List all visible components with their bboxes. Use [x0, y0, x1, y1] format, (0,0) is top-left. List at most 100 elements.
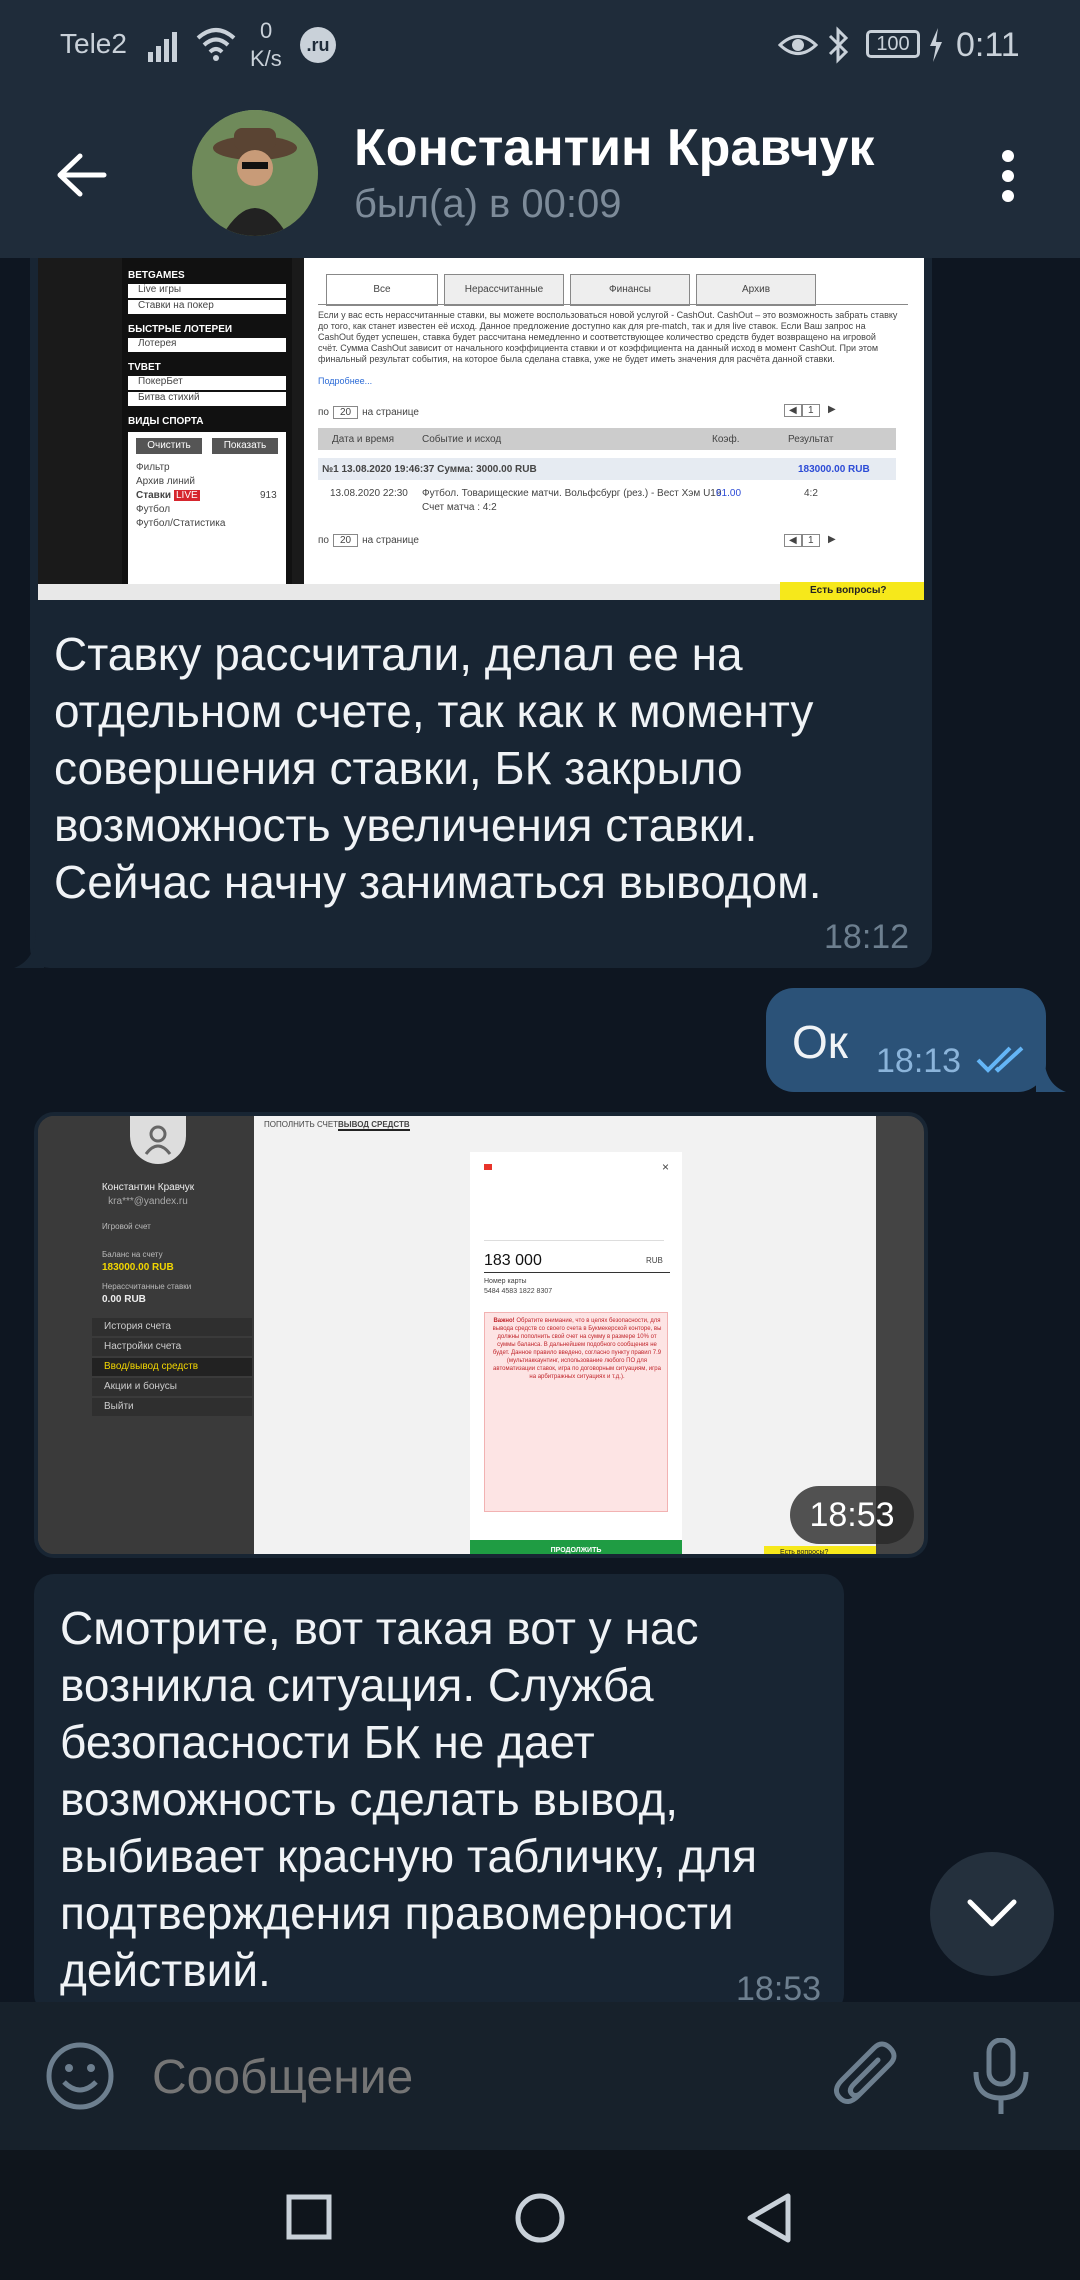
amount-value: 183 000 — [484, 1252, 542, 1269]
carrier-label: Tele2 — [60, 28, 127, 59]
home-icon[interactable] — [514, 2192, 566, 2244]
close-icon: × — [662, 1160, 670, 1174]
bet-row: 13.08.2020 22:30 Футбол. Товарищеские ма… — [318, 482, 896, 522]
card-number: 5484 4583 1822 8307 — [484, 1288, 553, 1295]
attached-screenshot[interactable]: BETGAMES Live игры Ставки на покер БЫСТР… — [38, 258, 924, 600]
sport-item: Футбол — [136, 504, 171, 515]
speed-unit: K/s — [250, 46, 282, 71]
bet-score: Счет матча : 4:2 — [422, 502, 497, 513]
sports-panel: Очистить Показать Фильтр Архив линий Ста… — [128, 432, 286, 600]
message-input[interactable] — [150, 2038, 794, 2116]
prev-page-icon: ◀ — [784, 404, 802, 417]
balance-value: 183000.00 RUB — [102, 1262, 174, 1273]
bubble-tail — [1036, 1054, 1066, 1092]
sport-item: Фильтр — [136, 462, 170, 473]
per-page-bottom: по 20 на странице — [318, 534, 419, 547]
account-menu-item: Акции и бонусы — [92, 1378, 252, 1396]
chevron-down-icon — [967, 1899, 1017, 1927]
sidebar-heading: БЫСТРЫЕ ЛОТЕРЕИ — [128, 324, 233, 335]
card-label: Номер карты — [484, 1278, 527, 1285]
withdraw-page: ПОПОЛНИТЬ СЧЕТ ВЫВОД СРЕДСТВ × 183 000 R… — [254, 1116, 876, 1554]
prev-page-icon: ◀ — [784, 534, 802, 547]
page-number: 1 — [802, 534, 820, 547]
bet-result: 4:2 — [804, 488, 818, 499]
back-arrow-icon[interactable] — [56, 152, 108, 198]
sidebar-item: Ставки на покер — [128, 300, 286, 314]
signal-icon — [148, 32, 177, 62]
per-page-label: по — [318, 535, 329, 546]
avatar-image — [192, 110, 318, 236]
message-time: 18:13 — [876, 1042, 962, 1080]
profile-email: kra***@yandex.ru — [108, 1196, 188, 1207]
bubble-tail — [14, 930, 44, 968]
attach-paperclip-icon[interactable] — [830, 2038, 900, 2114]
more-link: Подробнее... — [318, 376, 373, 386]
tab-all: Все — [326, 274, 438, 306]
incoming-message[interactable]: Смотрите, вот такая вот у нас возникла с… — [34, 1574, 844, 2014]
tab-deposit: ПОПОЛНИТЬ СЧЕТ — [264, 1120, 339, 1129]
cashout-paragraph: Если у вас есть нерассчитанные ставки, в… — [318, 310, 898, 364]
more-options-icon[interactable] — [998, 148, 1018, 204]
charging-icon — [930, 28, 942, 62]
message-time: 18:12 — [824, 918, 910, 956]
avatar[interactable] — [192, 110, 318, 236]
status-bar: Tele2 0 K/s .ru 100 0:11 — [0, 0, 1080, 90]
col-datetime: Дата и время — [332, 434, 395, 445]
mastercard-icon — [484, 1164, 492, 1170]
per-page-label: по — [318, 407, 329, 418]
next-page-icon: ▶ — [828, 404, 836, 415]
clock: 0:11 — [956, 26, 1020, 64]
scroll-down-button[interactable] — [930, 1852, 1054, 1976]
col-event: Событие и исход — [422, 434, 502, 445]
bluetooth-icon — [828, 26, 849, 64]
balance-label: Баланс на счету — [102, 1250, 163, 1259]
bets-count: 913 — [260, 490, 277, 501]
uncalc-value: 0.00 RUB — [102, 1294, 146, 1305]
account-sidebar: Константин Кравчук kra***@yandex.ru Игро… — [38, 1116, 258, 1554]
bet-event: Футбол. Товарищеские матчи. Вольфсбург (… — [422, 488, 722, 499]
incoming-message[interactable]: BETGAMES Live игры Ставки на покер БЫСТР… — [30, 258, 932, 968]
back-nav-icon[interactable] — [744, 2192, 792, 2244]
sport-item: Ставки — [136, 490, 171, 501]
warning-text: Важно! Обратите внимание, что в целях бе… — [489, 1317, 665, 1381]
sidebar-item: Лотерея — [128, 338, 286, 352]
per-page-suffix: на странице — [362, 407, 419, 418]
col-coef: Коэф. — [712, 434, 740, 445]
battery-level: 100 — [876, 33, 910, 55]
recent-apps-icon[interactable] — [286, 2194, 332, 2240]
warning-title: Важно! — [493, 1318, 515, 1324]
account-label: Игровой счет — [102, 1222, 151, 1231]
warning-box: Важно! Обратите внимание, что в целях бе… — [484, 1312, 668, 1512]
battery-icon: 100 — [866, 30, 920, 58]
per-page-suffix: на странице — [362, 535, 419, 546]
account-menu-item-active: Ввод/вывод средств — [92, 1358, 252, 1376]
microphone-icon[interactable] — [970, 2038, 1032, 2118]
sidebar-heading: BETGAMES — [128, 270, 185, 281]
per-page-top: по 20 на странице — [318, 406, 419, 419]
system-nav-bar — [0, 2150, 1080, 2280]
ru-badge: .ru — [300, 27, 336, 63]
sidebar-item: ПокерБет — [128, 376, 286, 390]
site-sidebar: BETGAMES Live игры Ставки на покер БЫСТР… — [122, 258, 292, 600]
bets-table-header: Дата и время Событие и исход Коэф. Резул… — [318, 428, 896, 450]
sidebar-heading: TVBET — [128, 362, 161, 373]
bet-summary: №1 13.08.2020 19:46:37 Сумма: 3000.00 RU… — [322, 464, 537, 475]
withdraw-modal: × 183 000 RUB Номер карты 5484 4583 1822… — [470, 1152, 682, 1554]
emoji-icon[interactable] — [44, 2040, 116, 2112]
sport-item: Футбол/Статистика — [136, 518, 226, 529]
help-chat-button: Есть вопросы? — [764, 1546, 876, 1554]
sport-item: Архив линий — [136, 476, 195, 487]
outgoing-message[interactable]: Ок 18:13 — [766, 988, 1046, 1092]
wifi-icon — [196, 28, 236, 61]
message-text: Ставку рассчитали, делал ее на отдельном… — [54, 628, 822, 908]
show-button: Показать — [212, 438, 278, 454]
incoming-image-message[interactable]: Константин Кравчук kra***@yandex.ru Игро… — [34, 1112, 928, 1558]
tab-finance: Финансы — [570, 274, 690, 306]
next-page-icon: ▶ — [828, 534, 836, 545]
live-badge: LIVE — [174, 490, 200, 501]
col-result: Результат — [788, 434, 834, 445]
page-number: 1 — [802, 404, 820, 417]
contact-name[interactable]: Константин Кравчук — [354, 118, 874, 178]
last-seen-status: был(а) в 00:09 — [354, 182, 622, 226]
image-time-overlay: 18:53 — [790, 1486, 914, 1544]
